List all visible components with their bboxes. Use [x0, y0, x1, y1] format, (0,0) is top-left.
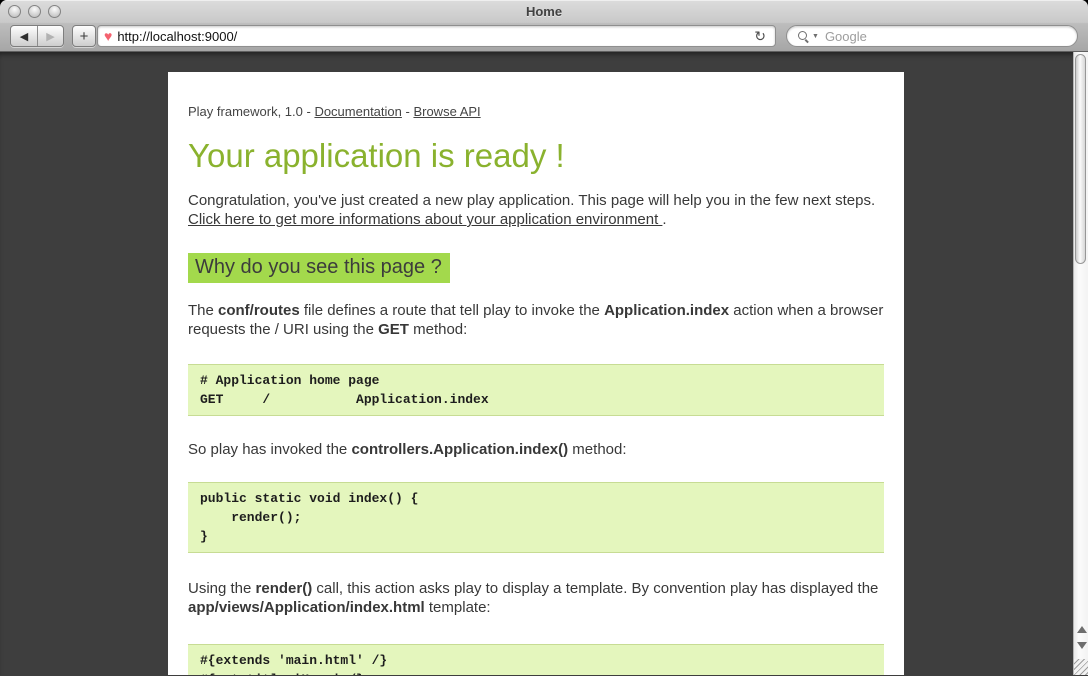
section-heading: Why do you see this page ? — [188, 253, 450, 283]
code-block-template: #{extends 'main.html' /} #{set title:'Ho… — [188, 644, 884, 675]
bold-text: controllers.Application.index() — [351, 441, 568, 458]
address-url-text[interactable]: http://localhost:9000/ — [117, 29, 751, 44]
back-icon: ◀ — [20, 30, 28, 43]
address-field[interactable]: ♥ http://localhost:9000/ ↻ — [97, 25, 776, 47]
text-segment: Play framework, 1.0 - — [188, 104, 314, 119]
text-segment: template: — [425, 599, 491, 616]
vertical-scrollbar[interactable] — [1073, 52, 1088, 659]
favicon-heart-icon: ♥ — [104, 29, 112, 43]
render-paragraph: Using the render() call, this action ask… — [188, 579, 884, 617]
page-title: Your application is ready ! — [188, 137, 884, 175]
code-block-routes: # Application home page GET / Applicatio… — [188, 364, 884, 416]
reload-icon: ↻ — [754, 28, 766, 44]
bold-text: conf/routes — [218, 302, 300, 319]
browser-viewport: Play framework, 1.0 - Documentation - Br… — [0, 52, 1088, 675]
text-segment: method: — [568, 441, 626, 458]
web-page: Play framework, 1.0 - Documentation - Br… — [168, 72, 904, 675]
bold-text: app/views/Application/index.html — [188, 599, 425, 616]
invoked-paragraph: So play has invoked the controllers.Appl… — [188, 440, 884, 459]
text-link[interactable]: Click here to get more informations abou… — [188, 211, 662, 228]
text-segment: call, this action asks play to display a… — [312, 580, 878, 597]
text-segment: - — [402, 104, 414, 119]
forward-button[interactable]: ▶ — [37, 26, 63, 46]
code-block-action: public static void index() { render(); } — [188, 482, 884, 553]
bold-text: GET — [378, 321, 409, 338]
search-icon — [797, 30, 810, 43]
text-segment: Using the — [188, 580, 256, 597]
browser-window: Home ◀ ▶ + ♥ http://localhost:9000/ ↻ ▼ … — [0, 0, 1088, 676]
text-segment: The — [188, 302, 218, 319]
scroll-up-button[interactable] — [1077, 626, 1087, 633]
nav-button-group: ◀ ▶ — [10, 25, 64, 47]
intro-paragraph: Congratulation, you've just created a ne… — [188, 191, 884, 229]
bold-text: Application.index — [604, 302, 729, 319]
search-field[interactable]: ▼ Google — [786, 25, 1078, 47]
routes-paragraph: The conf/routes file defines a route tha… — [188, 301, 884, 339]
search-dropdown-icon[interactable]: ▼ — [812, 33, 819, 40]
window-title: Home — [0, 4, 1088, 19]
resize-grip[interactable] — [1073, 659, 1088, 675]
scroll-down-button[interactable] — [1077, 642, 1087, 649]
bold-text: render() — [256, 580, 313, 597]
text-link[interactable]: Documentation — [314, 104, 401, 119]
search-placeholder: Google — [825, 29, 867, 44]
text-link[interactable]: Browse API — [413, 104, 480, 119]
plus-icon: + — [80, 28, 89, 45]
text-segment: file defines a route that tell play to i… — [300, 302, 604, 319]
reload-button[interactable]: ↻ — [751, 29, 769, 43]
back-button[interactable]: ◀ — [11, 26, 37, 46]
text-segment: So play has invoked the — [188, 441, 351, 458]
text-segment: Congratulation, you've just created a ne… — [188, 192, 875, 209]
text-segment: method: — [409, 321, 467, 338]
text-segment: . — [662, 211, 666, 228]
browser-chrome: Home ◀ ▶ + ♥ http://localhost:9000/ ↻ ▼ … — [0, 0, 1088, 52]
add-bookmark-button[interactable]: + — [72, 25, 96, 47]
scrollbar-thumb[interactable] — [1075, 54, 1086, 264]
forward-icon: ▶ — [46, 30, 54, 43]
site-header: Play framework, 1.0 - Documentation - Br… — [188, 104, 884, 119]
